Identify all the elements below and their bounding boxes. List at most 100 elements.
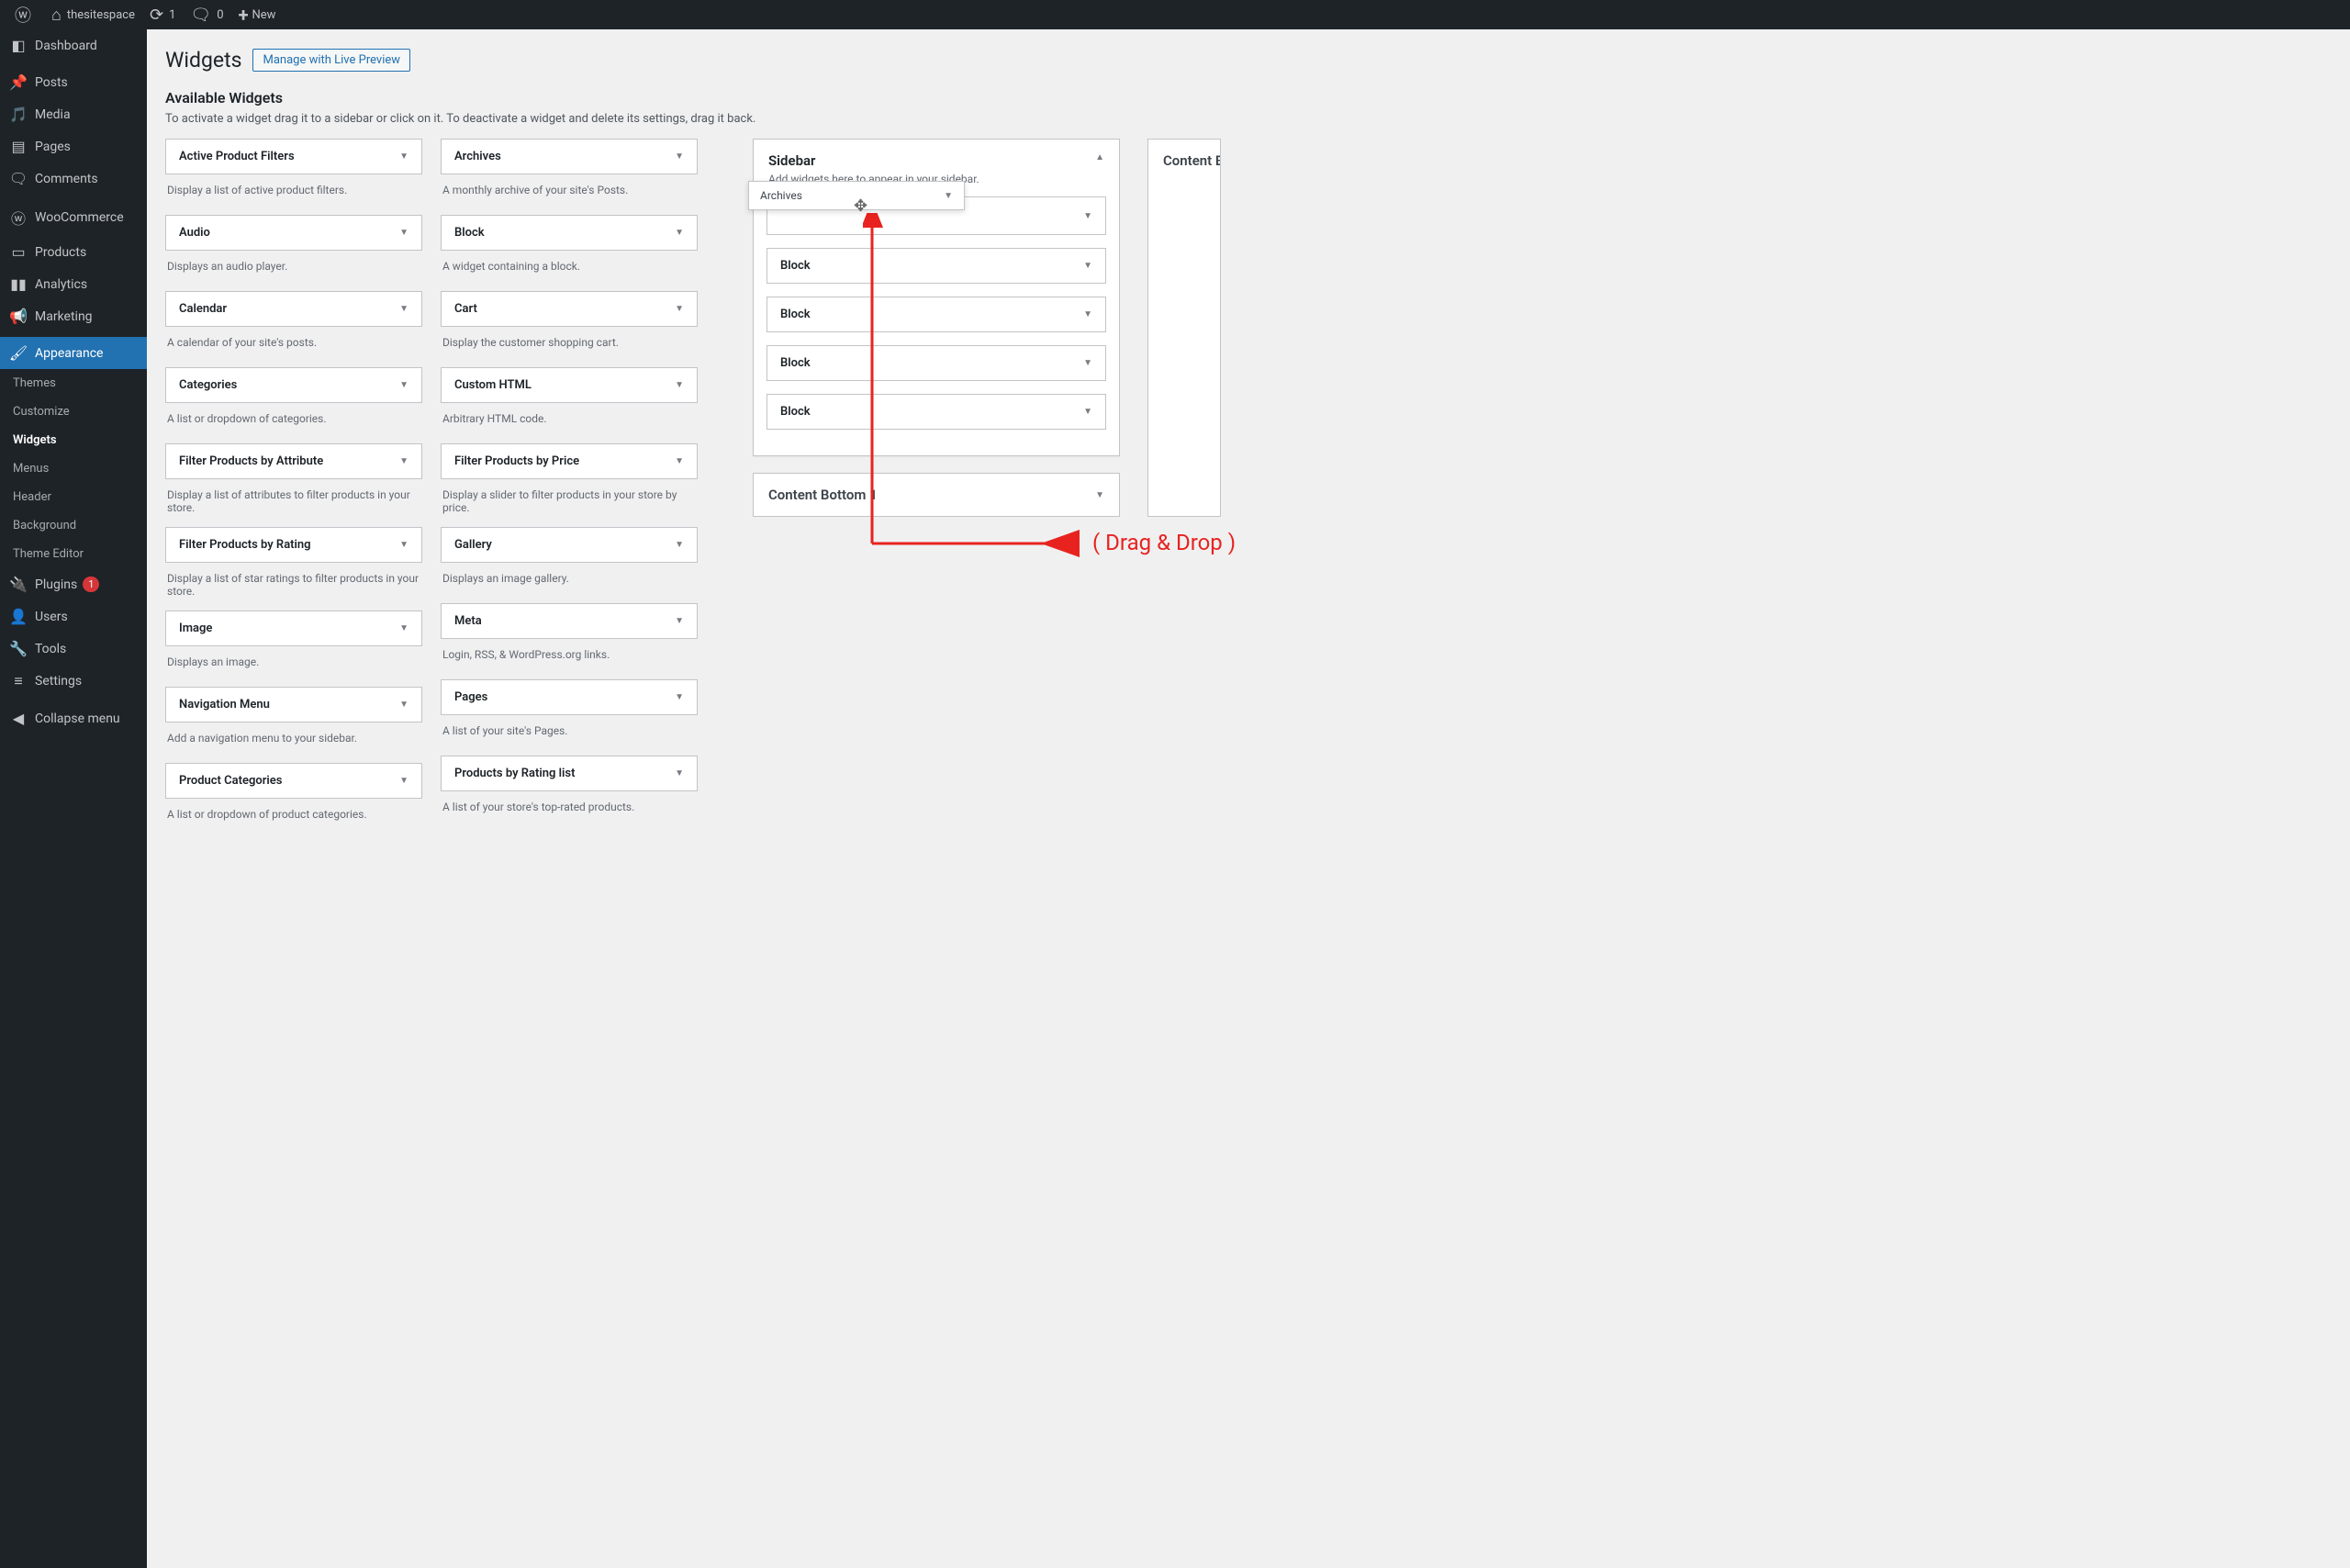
- extra-widget-area[interactable]: Content B: [1147, 139, 1221, 517]
- available-widget[interactable]: Cart▼: [441, 291, 698, 327]
- wp-logo[interactable]: ⓦ: [7, 0, 44, 29]
- users-icon: 👤: [9, 608, 28, 625]
- plugin-icon: 🔌: [9, 576, 28, 593]
- widget-title: Archives: [454, 150, 501, 163]
- widget-description: Displays an audio player.: [165, 251, 422, 291]
- menu-analytics[interactable]: ▮▮Analytics: [0, 268, 147, 300]
- dashboard-icon: ◧: [9, 37, 28, 54]
- updates-link[interactable]: ⟳1: [142, 0, 183, 29]
- chevron-down-icon: ▼: [399, 380, 408, 390]
- pin-icon: 📌: [9, 73, 28, 91]
- sidebar-area-title: Sidebar: [768, 152, 815, 169]
- widget-description: A list of your site's Pages.: [441, 715, 698, 756]
- available-widget[interactable]: Block▼: [441, 215, 698, 251]
- submenu-customize[interactable]: Customize: [0, 398, 147, 426]
- available-widget[interactable]: Archives▼: [441, 139, 698, 174]
- pages-icon: ▤: [9, 138, 28, 155]
- menu-products[interactable]: ▭Products: [0, 236, 147, 268]
- menu-appearance[interactable]: 🖌Appearance: [0, 337, 147, 369]
- chevron-down-icon: ▼: [399, 304, 408, 314]
- chevron-down-icon: ▼: [399, 456, 408, 466]
- available-widgets-title: Available Widgets: [165, 89, 2332, 106]
- available-widget[interactable]: Pages▼: [441, 679, 698, 715]
- chevron-down-icon: ▼: [399, 540, 408, 550]
- widget-title: Filter Products by Rating: [179, 538, 311, 552]
- comments-link[interactable]: 🗨0: [183, 0, 230, 29]
- comments-icon: 🗨: [9, 170, 28, 187]
- widget-title: Categories: [179, 378, 237, 392]
- menu-users[interactable]: 👤Users: [0, 600, 147, 633]
- menu-posts[interactable]: 📌Posts: [0, 66, 147, 98]
- marketing-icon: 📢: [9, 308, 28, 325]
- available-widget[interactable]: Products by Rating list▼: [441, 756, 698, 791]
- chevron-up-icon[interactable]: ▲: [1095, 152, 1104, 162]
- chevron-down-icon: ▼: [675, 380, 684, 390]
- site-name: thesitespace: [67, 8, 135, 22]
- chevron-down-icon: ▼: [399, 623, 408, 633]
- available-widget[interactable]: Filter Products by Price▼: [441, 443, 698, 479]
- available-widget[interactable]: Categories ▼: [165, 367, 422, 403]
- chevron-down-icon: ▼: [1095, 490, 1104, 500]
- widget-title: Filter Products by Price: [454, 454, 579, 468]
- menu-settings[interactable]: ≡Settings: [0, 665, 147, 698]
- placed-widget-title: Block: [780, 405, 811, 419]
- available-widget[interactable]: Product Categories▼: [165, 763, 422, 799]
- available-widget[interactable]: Calendar▼: [165, 291, 422, 327]
- chevron-down-icon: ▼: [675, 616, 684, 626]
- available-widget[interactable]: Gallery▼: [441, 527, 698, 563]
- menu-plugins[interactable]: 🔌Plugins1: [0, 568, 147, 600]
- widget-title: Active Product Filters: [179, 150, 295, 163]
- annotation-label: ( Drag & Drop ): [1092, 530, 1236, 555]
- available-widget[interactable]: Meta ▼: [441, 603, 698, 639]
- update-icon: ⟳: [150, 6, 163, 25]
- page-title: Widgets: [165, 48, 241, 73]
- ghost-title: Archives: [760, 189, 802, 202]
- submenu-menus[interactable]: Menus: [0, 454, 147, 483]
- available-widget[interactable]: Audio▼: [165, 215, 422, 251]
- widget-description: Display a slider to filter products in y…: [441, 479, 698, 527]
- menu-woocommerce[interactable]: ⓦWooCommerce: [0, 199, 147, 236]
- available-widget[interactable]: Active Product Filters ▼: [165, 139, 422, 174]
- menu-tools[interactable]: 🔧Tools: [0, 633, 147, 665]
- brush-icon: 🖌: [9, 344, 28, 362]
- new-link[interactable]: +New: [231, 0, 284, 29]
- available-widget[interactable]: Image▼: [165, 610, 422, 646]
- available-widget[interactable]: Filter Products by Attribute▼: [165, 443, 422, 479]
- collapse-icon: ◀: [9, 710, 28, 727]
- widget-description: Display a list of attributes to filter p…: [165, 479, 422, 527]
- menu-media[interactable]: 🎵Media: [0, 98, 147, 130]
- widget-title: Product Categories: [179, 774, 282, 788]
- chevron-down-icon: ▼: [399, 151, 408, 162]
- widget-description: Arbitrary HTML code.: [441, 403, 698, 443]
- new-label: New: [252, 8, 275, 22]
- analytics-icon: ▮▮: [9, 275, 28, 293]
- site-link[interactable]: ⌂thesitespace: [44, 0, 142, 29]
- submenu-theme-editor[interactable]: Theme Editor: [0, 540, 147, 568]
- menu-pages[interactable]: ▤Pages: [0, 130, 147, 162]
- appearance-submenu: Themes Customize Widgets Menus Header Ba…: [0, 369, 147, 568]
- available-widget[interactable]: Navigation Menu▼: [165, 687, 422, 722]
- widget-title: Meta: [454, 614, 482, 628]
- media-icon: 🎵: [9, 106, 28, 123]
- widget-description: Displays an image gallery.: [441, 563, 698, 603]
- submenu-header[interactable]: Header: [0, 483, 147, 511]
- submenu-widgets[interactable]: Widgets: [0, 426, 147, 454]
- menu-comments[interactable]: 🗨Comments: [0, 162, 147, 195]
- submenu-background[interactable]: Background: [0, 511, 147, 540]
- widget-description: A calendar of your site's posts.: [165, 327, 422, 367]
- menu-collapse[interactable]: ◀Collapse menu: [0, 702, 147, 734]
- widget-title: Navigation Menu: [179, 698, 270, 711]
- available-widget[interactable]: Filter Products by Rating ▼: [165, 527, 422, 563]
- widget-title: Products by Rating list: [454, 767, 575, 780]
- menu-dashboard[interactable]: ◧Dashboard: [0, 29, 147, 62]
- widget-description: Add a navigation menu to your sidebar.: [165, 722, 422, 763]
- submenu-themes[interactable]: Themes: [0, 369, 147, 398]
- comments-count: 0: [217, 8, 223, 22]
- available-widget[interactable]: Custom HTML▼: [441, 367, 698, 403]
- manage-live-preview-button[interactable]: Manage with Live Preview: [252, 49, 410, 72]
- menu-marketing[interactable]: 📢Marketing: [0, 300, 147, 332]
- widget-title: Gallery: [454, 538, 492, 552]
- updates-count: 1: [169, 8, 175, 22]
- admin-menu: ◧Dashboard 📌Posts 🎵Media ▤Pages 🗨Comment…: [0, 29, 147, 1568]
- widget-title: Audio: [179, 226, 210, 240]
